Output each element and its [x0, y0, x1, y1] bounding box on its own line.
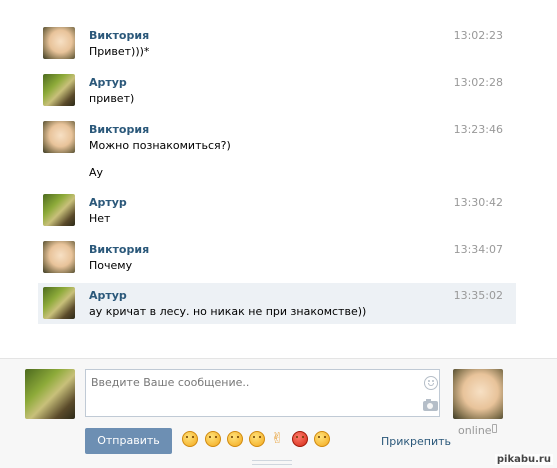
message-input[interactable]: Введите Ваше сообщение.. [85, 369, 440, 417]
author-name[interactable]: Артур [89, 196, 127, 209]
timestamp: 13:30:42 [453, 196, 503, 209]
message-text: привет) [89, 92, 135, 105]
blush-emoji-icon[interactable] [314, 431, 330, 447]
avatar-viktoria[interactable] [43, 121, 75, 153]
avatar-viktoria[interactable] [43, 27, 75, 59]
author-name[interactable]: Виктория [89, 29, 149, 42]
timestamp: 13:23:46 [453, 123, 503, 136]
message: Артур 13:02:28 привет) [38, 72, 516, 110]
author-name[interactable]: Виктория [89, 243, 149, 256]
avatar-artur[interactable] [43, 287, 75, 319]
message-text: ау кричат в лесу. но никак не при знаком… [89, 305, 367, 318]
message-text: Почему [89, 259, 133, 272]
grin-emoji-icon[interactable] [227, 431, 243, 447]
timestamp: 13:35:02 [453, 289, 503, 302]
author-name[interactable]: Артур [89, 289, 127, 302]
message: Артур 13:30:42 Нет [38, 192, 516, 230]
author-name[interactable]: Виктория [89, 123, 149, 136]
message-composer: Введите Ваше сообщение.. [0, 358, 557, 468]
message-text: Ау [89, 166, 104, 179]
smile-emoji-icon[interactable] [182, 431, 198, 447]
message-text: Привет)))* [89, 45, 150, 58]
timestamp: 13:02:23 [453, 29, 503, 42]
wink-emoji-icon[interactable] [249, 431, 265, 447]
message-text: Можно познакомиться?) [89, 139, 231, 152]
avatar-artur[interactable] [43, 194, 75, 226]
online-status: online [458, 424, 492, 437]
attach-link[interactable]: Прикрепить [381, 435, 451, 448]
timestamp: 13:02:28 [453, 76, 503, 89]
message: Виктория 13:34:07 Почему [38, 239, 516, 277]
message-input-placeholder: Введите Ваше сообщение.. [91, 376, 250, 389]
shocked-emoji-icon[interactable] [205, 431, 221, 447]
mobile-phone-icon [492, 424, 497, 433]
message-text: Нет [89, 212, 111, 225]
recipient-avatar[interactable] [453, 369, 503, 419]
avatar-artur[interactable] [43, 74, 75, 106]
message: Виктория 13:23:46 Можно познакомиться?) … [38, 119, 516, 179]
message-highlighted[interactable]: Артур 13:35:02 ау кричат в лесу. но ника… [38, 283, 516, 324]
emoji-picker-icon[interactable] [424, 376, 438, 390]
watermark: pikabu.ru [494, 454, 553, 465]
angry-emoji-icon[interactable] [292, 431, 308, 447]
timestamp: 13:34:07 [453, 243, 503, 256]
my-avatar[interactable] [25, 369, 75, 419]
avatar-viktoria[interactable] [43, 241, 75, 273]
send-button[interactable]: Отправить [85, 428, 172, 454]
author-name[interactable]: Артур [89, 76, 127, 89]
camera-icon[interactable] [423, 399, 438, 411]
resize-handle[interactable] [252, 460, 292, 465]
message: Виктория 13:02:23 Привет)))* [38, 25, 516, 63]
victory-hand-emoji-icon[interactable] [271, 429, 287, 447]
